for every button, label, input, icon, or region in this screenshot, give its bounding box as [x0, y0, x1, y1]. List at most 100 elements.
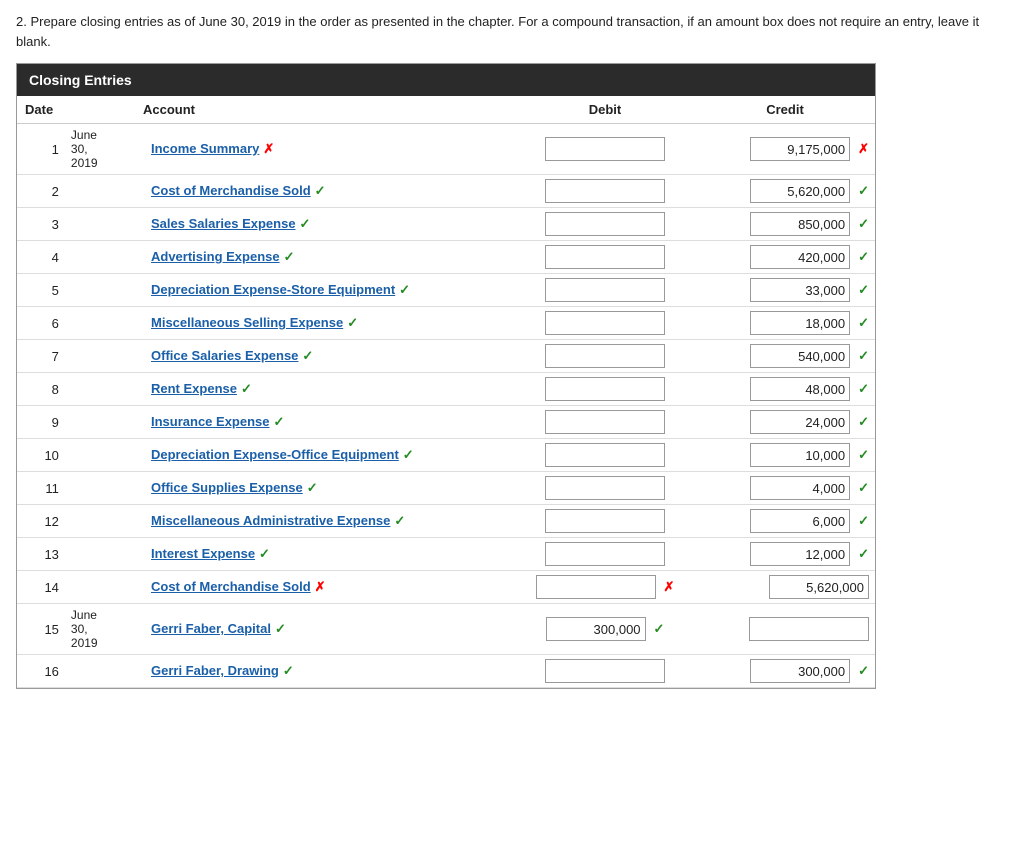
account-cell: Miscellaneous Administrative Expense✓	[135, 505, 515, 538]
account-name[interactable]: Income Summary	[151, 141, 259, 156]
debit-input[interactable]	[545, 410, 665, 434]
credit-value[interactable]: 4,000	[750, 476, 850, 500]
col-header-credit: Credit	[695, 96, 875, 124]
account-name[interactable]: Insurance Expense	[151, 414, 270, 429]
debit-input[interactable]	[545, 542, 665, 566]
check-icon: ✓	[347, 315, 358, 330]
account-name[interactable]: Office Supplies Expense	[151, 480, 303, 495]
debit-cell	[515, 538, 695, 571]
credit-check-icon: ✓	[858, 381, 869, 397]
account-name[interactable]: Advertising Expense	[151, 249, 280, 264]
account-cell: Gerri Faber, Drawing✓	[135, 655, 515, 688]
table-header: Closing Entries	[17, 64, 875, 96]
credit-check-icon: ✓	[858, 480, 869, 496]
credit-value[interactable]: 850,000	[750, 212, 850, 236]
account-name[interactable]: Cost of Merchandise Sold	[151, 183, 311, 198]
date-cell	[65, 472, 135, 505]
credit-check-icon: ✓	[858, 216, 869, 232]
credit-value[interactable]: 24,000	[750, 410, 850, 434]
account-cell: Gerri Faber, Capital✓	[135, 604, 515, 655]
debit-input[interactable]	[545, 245, 665, 269]
date-cell: June 30, 2019	[65, 604, 135, 655]
debit-input[interactable]	[545, 278, 665, 302]
table-row: 15June 30, 2019Gerri Faber, Capital✓300,…	[17, 604, 875, 655]
debit-input[interactable]	[545, 212, 665, 236]
credit-input[interactable]	[749, 617, 869, 641]
credit-cell: 9,175,000✗	[695, 124, 875, 175]
debit-cell	[515, 340, 695, 373]
check-icon: ✓	[399, 282, 410, 297]
credit-value[interactable]: 33,000	[750, 278, 850, 302]
account-name[interactable]: Gerri Faber, Drawing	[151, 663, 279, 678]
check-icon: ✓	[259, 546, 270, 561]
debit-cell	[515, 373, 695, 406]
debit-cell	[515, 505, 695, 538]
debit-input[interactable]	[545, 377, 665, 401]
debit-input[interactable]	[536, 575, 656, 599]
account-cell: Sales Salaries Expense✓	[135, 208, 515, 241]
account-name[interactable]: Depreciation Expense-Store Equipment	[151, 282, 395, 297]
date-cell	[65, 307, 135, 340]
debit-input[interactable]	[545, 179, 665, 203]
credit-check-icon: ✓	[858, 414, 869, 430]
credit-cell: 300,000✓	[695, 655, 875, 688]
account-name[interactable]: Depreciation Expense-Office Equipment	[151, 447, 399, 462]
debit-cell	[515, 208, 695, 241]
account-cell: Income Summary ✗	[135, 124, 515, 175]
credit-value[interactable]: 5,620,000	[750, 179, 850, 203]
credit-cell: 540,000 ✓	[695, 340, 875, 373]
account-name[interactable]: Office Salaries Expense	[151, 348, 298, 363]
row-number: 5	[17, 274, 65, 307]
check-icon: ✓	[284, 249, 295, 264]
closing-entries-table: Closing Entries Date Account Debit Credi…	[16, 63, 876, 689]
date-cell	[65, 538, 135, 571]
debit-input[interactable]	[545, 476, 665, 500]
credit-cell: 12,000✓	[695, 538, 875, 571]
row-number: 9	[17, 406, 65, 439]
cross-icon: ✗	[263, 141, 274, 156]
column-headers: Date Account Debit Credit	[17, 96, 875, 124]
table-row: 16Gerri Faber, Drawing✓300,000✓	[17, 655, 875, 688]
credit-value[interactable]: 540,000	[750, 344, 850, 368]
debit-cell	[515, 241, 695, 274]
credit-value[interactable]: 6,000	[750, 509, 850, 533]
account-name[interactable]: Interest Expense	[151, 546, 255, 561]
credit-value[interactable]: 420,000	[750, 245, 850, 269]
row-number: 14	[17, 571, 65, 604]
row-number: 8	[17, 373, 65, 406]
credit-value[interactable]: 12,000	[750, 542, 850, 566]
debit-input[interactable]	[545, 659, 665, 683]
credit-check-icon: ✓	[858, 348, 869, 364]
date-cell	[65, 241, 135, 274]
account-name[interactable]: Miscellaneous Administrative Expense	[151, 513, 390, 528]
credit-cell	[695, 604, 875, 655]
debit-cell	[515, 175, 695, 208]
credit-check-icon: ✓	[858, 183, 869, 199]
credit-cell: 24,000 ✓	[695, 406, 875, 439]
credit-value[interactable]: 9,175,000	[750, 137, 850, 161]
table-row: 2Cost of Merchandise Sold✓5,620,000✓	[17, 175, 875, 208]
account-name[interactable]: Rent Expense	[151, 381, 237, 396]
debit-cell	[515, 472, 695, 505]
credit-check-icon: ✓	[858, 282, 869, 298]
account-name[interactable]: Gerri Faber, Capital	[151, 621, 271, 636]
row-number: 10	[17, 439, 65, 472]
account-cell: Insurance Expense✓	[135, 406, 515, 439]
debit-input[interactable]	[545, 509, 665, 533]
account-name[interactable]: Cost of Merchandise Sold	[151, 579, 311, 594]
debit-input[interactable]	[545, 344, 665, 368]
credit-value[interactable]: 10,000	[750, 443, 850, 467]
account-name[interactable]: Sales Salaries Expense	[151, 216, 296, 231]
credit-value[interactable]: 300,000	[750, 659, 850, 683]
debit-input[interactable]	[545, 443, 665, 467]
credit-value[interactable]: 5,620,000	[769, 575, 869, 599]
debit-value[interactable]: 300,000	[546, 617, 646, 641]
table-row: 12Miscellaneous Administrative Expense✓6…	[17, 505, 875, 538]
account-name[interactable]: Miscellaneous Selling Expense	[151, 315, 343, 330]
check-icon: ✓	[302, 348, 313, 363]
credit-check-icon: ✓	[858, 315, 869, 331]
credit-value[interactable]: 48,000	[750, 377, 850, 401]
debit-input[interactable]	[545, 137, 665, 161]
debit-input[interactable]	[545, 311, 665, 335]
credit-value[interactable]: 18,000	[750, 311, 850, 335]
